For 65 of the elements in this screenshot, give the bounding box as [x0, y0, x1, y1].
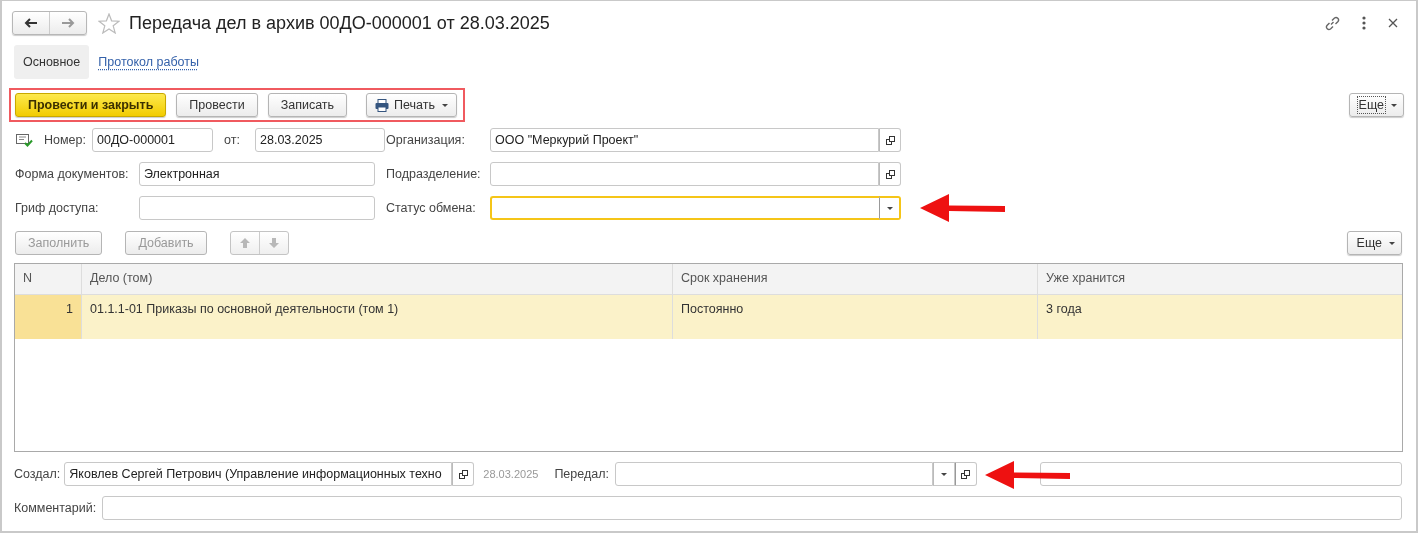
- caret-icon: [886, 206, 893, 210]
- close-icon[interactable]: [1388, 18, 1398, 28]
- table-cell: Постоянно: [673, 295, 1038, 339]
- input-field[interactable]: [614, 462, 933, 486]
- open-window-icon: [960, 468, 972, 480]
- table-row[interactable]: 1 01.1.1-01 Приказы по основной деятельности (том 1) Постоянно 3 года: [15, 295, 1402, 339]
- input-field[interactable]: [1039, 462, 1402, 486]
- field-label: Комментарий:: [14, 501, 97, 515]
- more-button[interactable]: Еще: [1348, 93, 1404, 117]
- caret-icon: [1389, 241, 1395, 245]
- input-field[interactable]: [490, 196, 879, 220]
- field-label: Номер:: [44, 133, 87, 147]
- window-title: Передача дел в архив 00ДО-000001 от 28.03.2025: [129, 12, 550, 34]
- field-label: Передал:: [554, 467, 609, 481]
- open-window-icon: [884, 134, 896, 146]
- post-and-close-button[interactable]: Провести и закрыть: [15, 93, 167, 117]
- date-text: 28.03.2025: [483, 468, 539, 480]
- tab[interactable]: Протокол работы: [89, 45, 208, 79]
- open-window-icon: [457, 468, 469, 480]
- back-arrow-icon: [24, 18, 38, 28]
- down-arrow-icon: [268, 238, 279, 248]
- table-cell-text: 3 года: [1045, 301, 1083, 318]
- field-label: Организация:: [386, 133, 466, 147]
- tab[interactable]: Основное: [14, 45, 90, 79]
- field-label: Подразделение:: [386, 167, 482, 181]
- print-button[interactable]: Печать: [366, 93, 457, 117]
- input-field[interactable]: [490, 162, 879, 186]
- input-field[interactable]: Электронная: [139, 162, 375, 186]
- input-field[interactable]: 28.03.2025: [255, 128, 385, 152]
- printer-icon: [375, 98, 390, 112]
- star-icon[interactable]: [98, 12, 120, 34]
- open-button[interactable]: [879, 128, 901, 152]
- more-button[interactable]: Еще: [1346, 231, 1402, 255]
- table-cell: 1: [15, 295, 82, 339]
- column-header[interactable]: Уже хранится: [1038, 264, 1402, 294]
- open-button[interactable]: [879, 162, 901, 186]
- caret-icon: [940, 472, 947, 476]
- navigation-button-group[interactable]: [12, 11, 87, 35]
- field-label: Создал:: [14, 467, 61, 481]
- toolbar-button[interactable]: Записать: [267, 93, 348, 117]
- field-label: Гриф доступа:: [15, 201, 100, 215]
- link-icon[interactable]: [1324, 15, 1340, 31]
- column-header[interactable]: Дело (том): [82, 264, 673, 294]
- input-field[interactable]: Яковлев Сергей Петрович (Управление информационных техно: [64, 462, 453, 486]
- caret-icon: [1391, 103, 1397, 107]
- input-field[interactable]: 00ДО-000001: [92, 128, 213, 152]
- input-field[interactable]: [139, 196, 375, 220]
- input-field[interactable]: [102, 496, 1403, 520]
- column-header[interactable]: N: [15, 264, 82, 294]
- dropdown-button[interactable]: [879, 196, 901, 220]
- more-icon[interactable]: [1362, 16, 1366, 30]
- column-header[interactable]: Срок хранения: [673, 264, 1038, 294]
- field-label: Форма документов:: [15, 167, 130, 181]
- document-check-icon: [15, 133, 33, 147]
- table-cell: 01.1.1-01 Приказы по основной деятельности (том 1): [82, 295, 673, 339]
- open-button[interactable]: [452, 462, 475, 486]
- open-window-icon: [884, 168, 896, 180]
- forward-arrow-icon: [61, 18, 75, 28]
- field-label: Статус обмена:: [386, 201, 477, 215]
- caret-icon: [442, 103, 448, 107]
- field-label: от:: [224, 133, 241, 147]
- open-button[interactable]: [954, 462, 977, 486]
- input-field[interactable]: ООО "Меркурий Проект": [490, 128, 879, 152]
- up-arrow-icon: [239, 238, 250, 248]
- toolbar-button[interactable]: Провести: [176, 93, 258, 117]
